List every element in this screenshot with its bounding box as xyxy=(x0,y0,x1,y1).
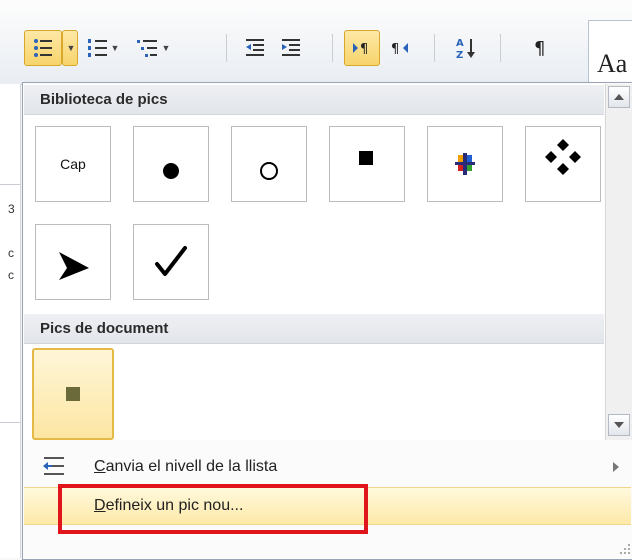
bullet-list-icon xyxy=(34,39,52,57)
document-bullet-tile-square[interactable] xyxy=(32,348,114,440)
change-list-level-label: Canvia el nivell de la llista xyxy=(94,458,278,475)
document-text: c xyxy=(8,246,14,260)
styles-preview-text: Aa xyxy=(597,49,628,78)
arrowhead-icon xyxy=(59,252,89,280)
increase-indent-icon xyxy=(282,39,300,56)
bullet-tile-arrowhead[interactable] xyxy=(35,224,111,300)
submenu-arrow-icon xyxy=(613,462,619,472)
scroll-down-button[interactable] xyxy=(608,414,630,436)
decrease-indent-button[interactable] xyxy=(238,30,272,66)
four-color-diamond-icon xyxy=(455,153,475,175)
ruler-line xyxy=(0,184,20,185)
show-formatting-marks-button[interactable]: ¶ xyxy=(524,30,558,66)
document-text: c xyxy=(8,268,14,282)
bullet-gallery: Biblioteca de pics Cap Pics de document xyxy=(24,84,604,440)
numbered-list-icon xyxy=(87,39,107,57)
gallery-scrollbar[interactable] xyxy=(605,84,632,440)
toolbar-separator xyxy=(226,34,227,62)
svg-text:¶: ¶ xyxy=(391,42,399,57)
change-list-level-icon xyxy=(43,457,64,475)
filled-square-icon xyxy=(359,151,373,165)
scroll-down-arrow-icon xyxy=(614,422,624,428)
left-to-right-button[interactable]: ¶ xyxy=(344,30,380,66)
bullet-tile-filled-circle[interactable] xyxy=(133,126,209,202)
scroll-up-button[interactable] xyxy=(608,86,630,108)
olive-square-icon xyxy=(66,387,80,401)
section-header-document: Pics de document xyxy=(24,314,604,344)
bullet-tile-hollow-circle[interactable] xyxy=(231,126,307,202)
change-list-level-menu-item[interactable]: Canvia el nivell de la llista xyxy=(24,449,631,485)
toolbar-separator xyxy=(434,34,435,62)
filled-circle-icon xyxy=(163,163,179,179)
right-to-left-button[interactable]: ¶ xyxy=(382,30,418,66)
bullet-tile-filled-square[interactable] xyxy=(329,126,405,202)
numbering-button[interactable]: ▼ xyxy=(80,30,126,66)
bullet-none-label: Cap xyxy=(60,156,86,172)
multilevel-list-button[interactable]: ▼ xyxy=(128,30,178,66)
section-header-library: Biblioteca de pics xyxy=(24,85,604,115)
pilcrow-icon: ¶ xyxy=(534,38,545,59)
svg-text:A: A xyxy=(456,38,464,49)
toolbar-separator xyxy=(500,34,501,62)
sort-button[interactable]: A Z xyxy=(446,30,488,66)
svg-text:¶: ¶ xyxy=(360,42,368,57)
ruler-line xyxy=(0,422,20,423)
sort-az-icon: A Z xyxy=(456,38,475,60)
scroll-up-arrow-icon xyxy=(614,94,624,100)
svg-text:¶: ¶ xyxy=(534,38,545,59)
toolbar-separator xyxy=(332,34,333,62)
ltr-paragraph-icon: ¶ xyxy=(353,42,368,57)
bullet-tile-four-diamond-cluster[interactable] xyxy=(525,126,601,202)
multilevel-list-icon xyxy=(136,40,157,57)
chevron-down-icon: ▼ xyxy=(110,43,120,53)
svg-text:Z: Z xyxy=(456,50,463,60)
bullet-tile-none[interactable]: Cap xyxy=(35,126,111,202)
hollow-circle-icon xyxy=(260,162,278,180)
ribbon-toolbar: ▼ ▼ ▼ ¶ ¶ A Z ¶ Aa xyxy=(0,0,632,92)
checkmark-icon xyxy=(155,246,187,276)
chevron-down-icon: ▼ xyxy=(66,43,76,53)
resize-grip-icon[interactable] xyxy=(619,543,631,555)
bullets-dropdown-button[interactable]: ▼ xyxy=(62,30,78,66)
bullet-tile-four-color-diamond[interactable] xyxy=(427,126,503,202)
document-area: 3 c c xyxy=(0,84,21,558)
rtl-paragraph-icon: ¶ xyxy=(391,42,408,57)
document-text: 3 xyxy=(8,202,15,216)
decrease-indent-icon xyxy=(246,39,264,56)
bullets-button[interactable] xyxy=(24,30,62,66)
annotation-highlight-box xyxy=(58,484,368,534)
bullet-tile-checkmark[interactable] xyxy=(133,224,209,300)
four-diamond-cluster-icon xyxy=(545,139,581,175)
chevron-down-icon: ▼ xyxy=(161,43,171,53)
increase-indent-button[interactable] xyxy=(274,30,308,66)
